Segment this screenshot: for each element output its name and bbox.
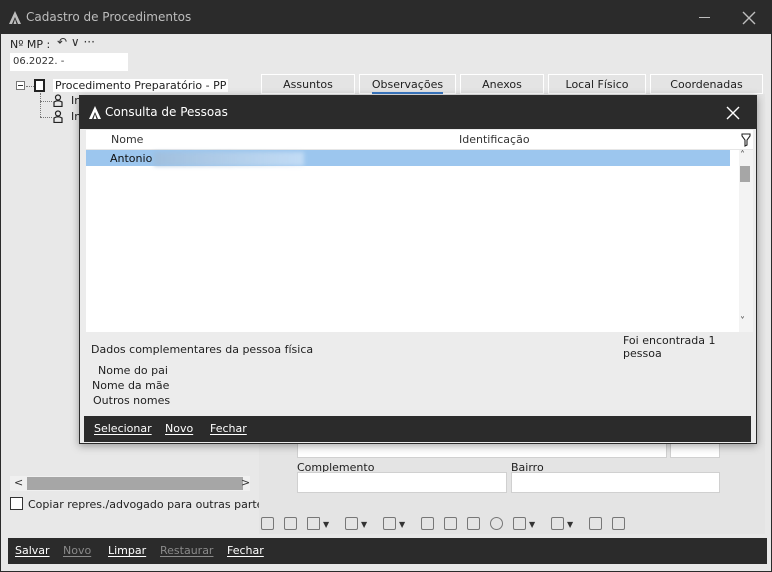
dialog-close-button[interactable]: Fechar xyxy=(210,422,247,435)
copy-representative-label: Copiar repres./advogado para outras part… xyxy=(28,498,270,511)
row-nome-cell: Antonio xyxy=(110,152,153,165)
father-name-label: Nome do pai xyxy=(98,364,168,377)
person-icon xyxy=(53,110,63,123)
scroll-left-icon[interactable]: < xyxy=(14,476,23,489)
person-results-grid: Nome Identificação Antonio ˄ ˅ xyxy=(86,130,753,332)
column-header-nome[interactable]: Nome xyxy=(111,133,143,146)
tab-label: Anexos xyxy=(482,78,522,91)
clipboard-icon[interactable] xyxy=(421,517,434,530)
document-text-icon[interactable] xyxy=(589,517,602,530)
app-logo-icon xyxy=(89,106,101,119)
save-button[interactable]: Salvar xyxy=(15,544,50,557)
tab-label: Local Físico xyxy=(565,78,629,91)
mp-tools[interactable]: ↶ ∨ ··· xyxy=(57,35,95,49)
tab-anexos[interactable]: Anexos xyxy=(460,74,544,94)
select-button[interactable]: Selecionar xyxy=(94,422,152,435)
scroll-up-icon[interactable]: ˄ xyxy=(740,150,745,161)
column-header-identificacao[interactable]: Identificação xyxy=(459,133,530,146)
tab-label: Coordenadas xyxy=(670,78,743,91)
complementary-data-title: Dados complementares da pessoa física xyxy=(91,343,314,356)
folder-image-icon[interactable] xyxy=(612,517,625,530)
grid-header: Nome Identificação xyxy=(86,130,753,150)
tab-assuntos[interactable]: Assuntos xyxy=(261,74,355,94)
new-person-button[interactable]: Novo xyxy=(165,422,193,435)
document-icon xyxy=(34,79,45,92)
calendar-icon[interactable] xyxy=(551,517,564,530)
person-icon xyxy=(53,94,63,107)
chevron-down-icon[interactable]: ▼ xyxy=(567,520,573,529)
transfer-icon[interactable] xyxy=(383,517,396,530)
results-count-text: Foi encontrada 1 pessoa xyxy=(623,334,716,360)
tab-coordenadas[interactable]: Coordenadas xyxy=(650,74,763,94)
dialog-title: Consulta de Pessoas xyxy=(105,105,228,119)
tree-connector xyxy=(40,93,41,117)
mother-name-label: Nome da mãe xyxy=(92,379,170,392)
scroll-down-icon[interactable]: ˅ xyxy=(740,316,745,327)
tab-label: Observações xyxy=(371,78,444,94)
tree-connector xyxy=(40,101,52,102)
other-names-label: Outros nomes xyxy=(93,394,171,407)
mp-number-input[interactable]: 06.2022. - xyxy=(10,53,128,71)
minimize-icon[interactable] xyxy=(699,17,710,18)
tree-collapse-icon[interactable] xyxy=(16,81,25,90)
redacted-name-area xyxy=(154,152,304,166)
table-row[interactable]: Antonio xyxy=(86,150,730,166)
dialog-action-bar: Selecionar Novo Fechar xyxy=(84,416,751,442)
tab-label: Assuntos xyxy=(283,78,333,91)
app-logo-icon xyxy=(9,11,21,24)
tab-strip: Assuntos Observações Anexos Local Físico… xyxy=(259,74,765,96)
tree-connector xyxy=(26,86,34,87)
close-icon[interactable] xyxy=(726,106,740,120)
copy-icon[interactable] xyxy=(467,517,480,530)
main-window: Cadastro de Procedimentos Nº MP : ↶ ∨ ··… xyxy=(0,0,772,572)
close-button[interactable]: Fechar xyxy=(227,544,264,557)
copy-document-icon[interactable] xyxy=(284,517,297,530)
scroll-right-icon[interactable]: > xyxy=(241,476,250,489)
bairro-input[interactable] xyxy=(511,472,720,493)
print-icon[interactable] xyxy=(513,517,526,530)
new-button[interactable]: Novo xyxy=(63,544,91,557)
filter-icon[interactable] xyxy=(741,133,751,147)
person-search-dialog: Consulta de Pessoas Nome Identificação A… xyxy=(79,95,757,444)
scroll-thumb[interactable] xyxy=(740,166,750,182)
dialog-title-bar: Consulta de Pessoas xyxy=(80,96,756,129)
grid-vertical-scrollbar[interactable]: ˄ ˅ xyxy=(739,150,753,332)
tree-horizontal-scrollbar[interactable]: < > xyxy=(10,476,250,491)
title-bar: Cadastro de Procedimentos xyxy=(1,1,771,34)
close-icon[interactable] xyxy=(742,11,756,25)
tab-observacoes[interactable]: Observações xyxy=(359,74,456,94)
complemento-input[interactable] xyxy=(297,472,507,493)
tab-local-fisico[interactable]: Local Físico xyxy=(548,74,646,94)
clear-button[interactable]: Limpar xyxy=(108,544,146,557)
folder-icon[interactable] xyxy=(307,517,320,530)
chevron-down-icon[interactable]: ▼ xyxy=(361,520,367,529)
action-toolbar: ▼ ▼ ▼ ▼ ▼ xyxy=(259,513,639,533)
add-document-icon[interactable] xyxy=(261,517,274,530)
chevron-down-icon[interactable]: ▼ xyxy=(529,520,535,529)
window-title: Cadastro de Procedimentos xyxy=(26,10,192,24)
bottom-action-bar: Salvar Novo Limpar Restaurar Fechar xyxy=(8,538,767,564)
copy-representative-checkbox[interactable] xyxy=(10,497,23,510)
hierarchy-icon[interactable] xyxy=(345,517,358,530)
phone-icon[interactable] xyxy=(490,517,503,530)
scroll-thumb[interactable] xyxy=(27,477,243,490)
open-folder-icon[interactable] xyxy=(444,517,457,530)
mp-label: Nº MP : xyxy=(10,38,51,51)
chevron-down-icon[interactable]: ▼ xyxy=(323,520,329,529)
tree-root-label[interactable]: Procedimento Preparatório - PP xyxy=(53,79,229,92)
restore-button[interactable]: Restaurar xyxy=(160,544,213,557)
chevron-down-icon[interactable]: ▼ xyxy=(399,520,405,529)
tree-connector xyxy=(40,117,52,118)
